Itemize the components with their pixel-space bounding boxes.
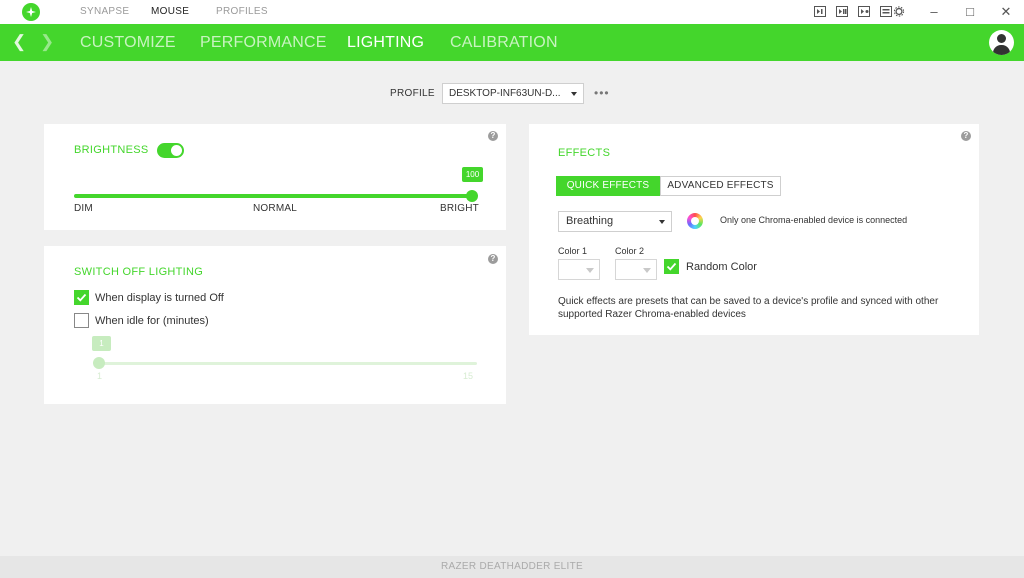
- brightness-slider-track[interactable]: [74, 194, 473, 198]
- chevron-down-icon: [586, 268, 594, 273]
- brightness-min-label: DIM: [74, 203, 93, 214]
- brightness-mid-label: NORMAL: [253, 203, 297, 214]
- effect-value: Breathing: [566, 215, 614, 227]
- idle-slider-track[interactable]: [99, 362, 477, 365]
- chevron-down-icon: [643, 268, 651, 273]
- settings-gear-icon[interactable]: [893, 6, 905, 17]
- tab-calibration[interactable]: CALIBRATION: [450, 34, 558, 52]
- brightness-value-badge: 100: [462, 167, 483, 182]
- brightness-title: BRIGHTNESS: [74, 144, 149, 156]
- display-off-label: When display is turned Off: [95, 292, 224, 304]
- chroma-studio-icon[interactable]: [858, 6, 870, 17]
- idle-min-label: 1: [97, 371, 103, 381]
- color2-picker[interactable]: [615, 259, 657, 280]
- chevron-down-icon: [571, 92, 577, 96]
- macro-icon[interactable]: [814, 6, 826, 17]
- nav-synapse[interactable]: SYNAPSE: [80, 6, 129, 17]
- idle-max-label: 15: [463, 371, 474, 381]
- device-sync-icon[interactable]: [836, 6, 848, 17]
- color1-label: Color 1: [558, 246, 588, 256]
- brightness-help-icon[interactable]: ?: [488, 131, 498, 141]
- chroma-icon: [687, 213, 703, 229]
- brightness-slider-handle[interactable]: [466, 190, 478, 202]
- chevron-down-icon: [659, 220, 665, 224]
- profile-more-options-button[interactable]: •••: [594, 86, 610, 100]
- idle-checkbox[interactable]: [74, 313, 89, 328]
- minimize-button[interactable]: –: [926, 4, 942, 20]
- razer-logo-icon[interactable]: [22, 3, 40, 21]
- effects-description: Quick effects are presets that can be sa…: [558, 296, 939, 320]
- random-color-checkbox[interactable]: [664, 259, 679, 274]
- random-color-label: Random Color: [686, 261, 757, 273]
- tab-customize[interactable]: CUSTOMIZE: [80, 34, 176, 52]
- display-off-checkbox[interactable]: [74, 290, 89, 305]
- brightness-toggle[interactable]: [157, 143, 184, 158]
- profile-value: DESKTOP-INF63UN-D...: [449, 88, 561, 99]
- switch-off-title: SWITCH OFF LIGHTING: [74, 266, 204, 278]
- device-name-footer: RAZER DEATHADDER ELITE: [0, 556, 1024, 578]
- maximize-button[interactable]: □: [962, 4, 978, 20]
- profile-label: PROFILE: [390, 88, 435, 99]
- color2-label: Color 2: [615, 246, 645, 256]
- checkmark-icon: [666, 262, 677, 271]
- tab-advanced-effects[interactable]: ADVANCED EFFECTS: [660, 176, 781, 196]
- user-avatar-icon[interactable]: [989, 30, 1014, 55]
- effects-help-icon[interactable]: ?: [961, 131, 971, 141]
- profile-dropdown[interactable]: DESKTOP-INF63UN-D...: [442, 83, 584, 104]
- switch-off-help-icon[interactable]: ?: [488, 254, 498, 264]
- effects-title: EFFECTS: [558, 147, 611, 159]
- idle-value-badge: 1: [92, 336, 111, 351]
- main-tab-bar: ❮ ❯ CUSTOMIZE PERFORMANCE LIGHTING CALIB…: [0, 24, 1024, 61]
- tab-lighting[interactable]: LIGHTING: [347, 34, 424, 52]
- nav-mouse[interactable]: MOUSE: [151, 6, 189, 17]
- color1-picker[interactable]: [558, 259, 600, 280]
- brightness-panel: [44, 124, 506, 230]
- nav-profiles[interactable]: PROFILES: [216, 6, 268, 17]
- checkmark-icon: [76, 293, 87, 302]
- effect-dropdown[interactable]: Breathing: [558, 211, 672, 232]
- chroma-info-text: Only one Chroma-enabled device is connec…: [720, 215, 908, 225]
- tab-quick-effects[interactable]: QUICK EFFECTS: [556, 176, 660, 196]
- keyboard-icon[interactable]: [880, 6, 892, 17]
- close-button[interactable]: ✕: [998, 4, 1014, 20]
- idle-label: When idle for (minutes): [95, 315, 209, 327]
- title-bar: SYNAPSE MOUSE PROFILES – □ ✕: [0, 0, 1024, 24]
- brightness-max-label: BRIGHT: [440, 203, 479, 214]
- forward-arrow-icon[interactable]: ❯: [40, 32, 54, 52]
- back-arrow-icon[interactable]: ❮: [12, 32, 26, 52]
- tab-performance[interactable]: PERFORMANCE: [200, 34, 327, 52]
- idle-slider-handle[interactable]: [93, 357, 105, 369]
